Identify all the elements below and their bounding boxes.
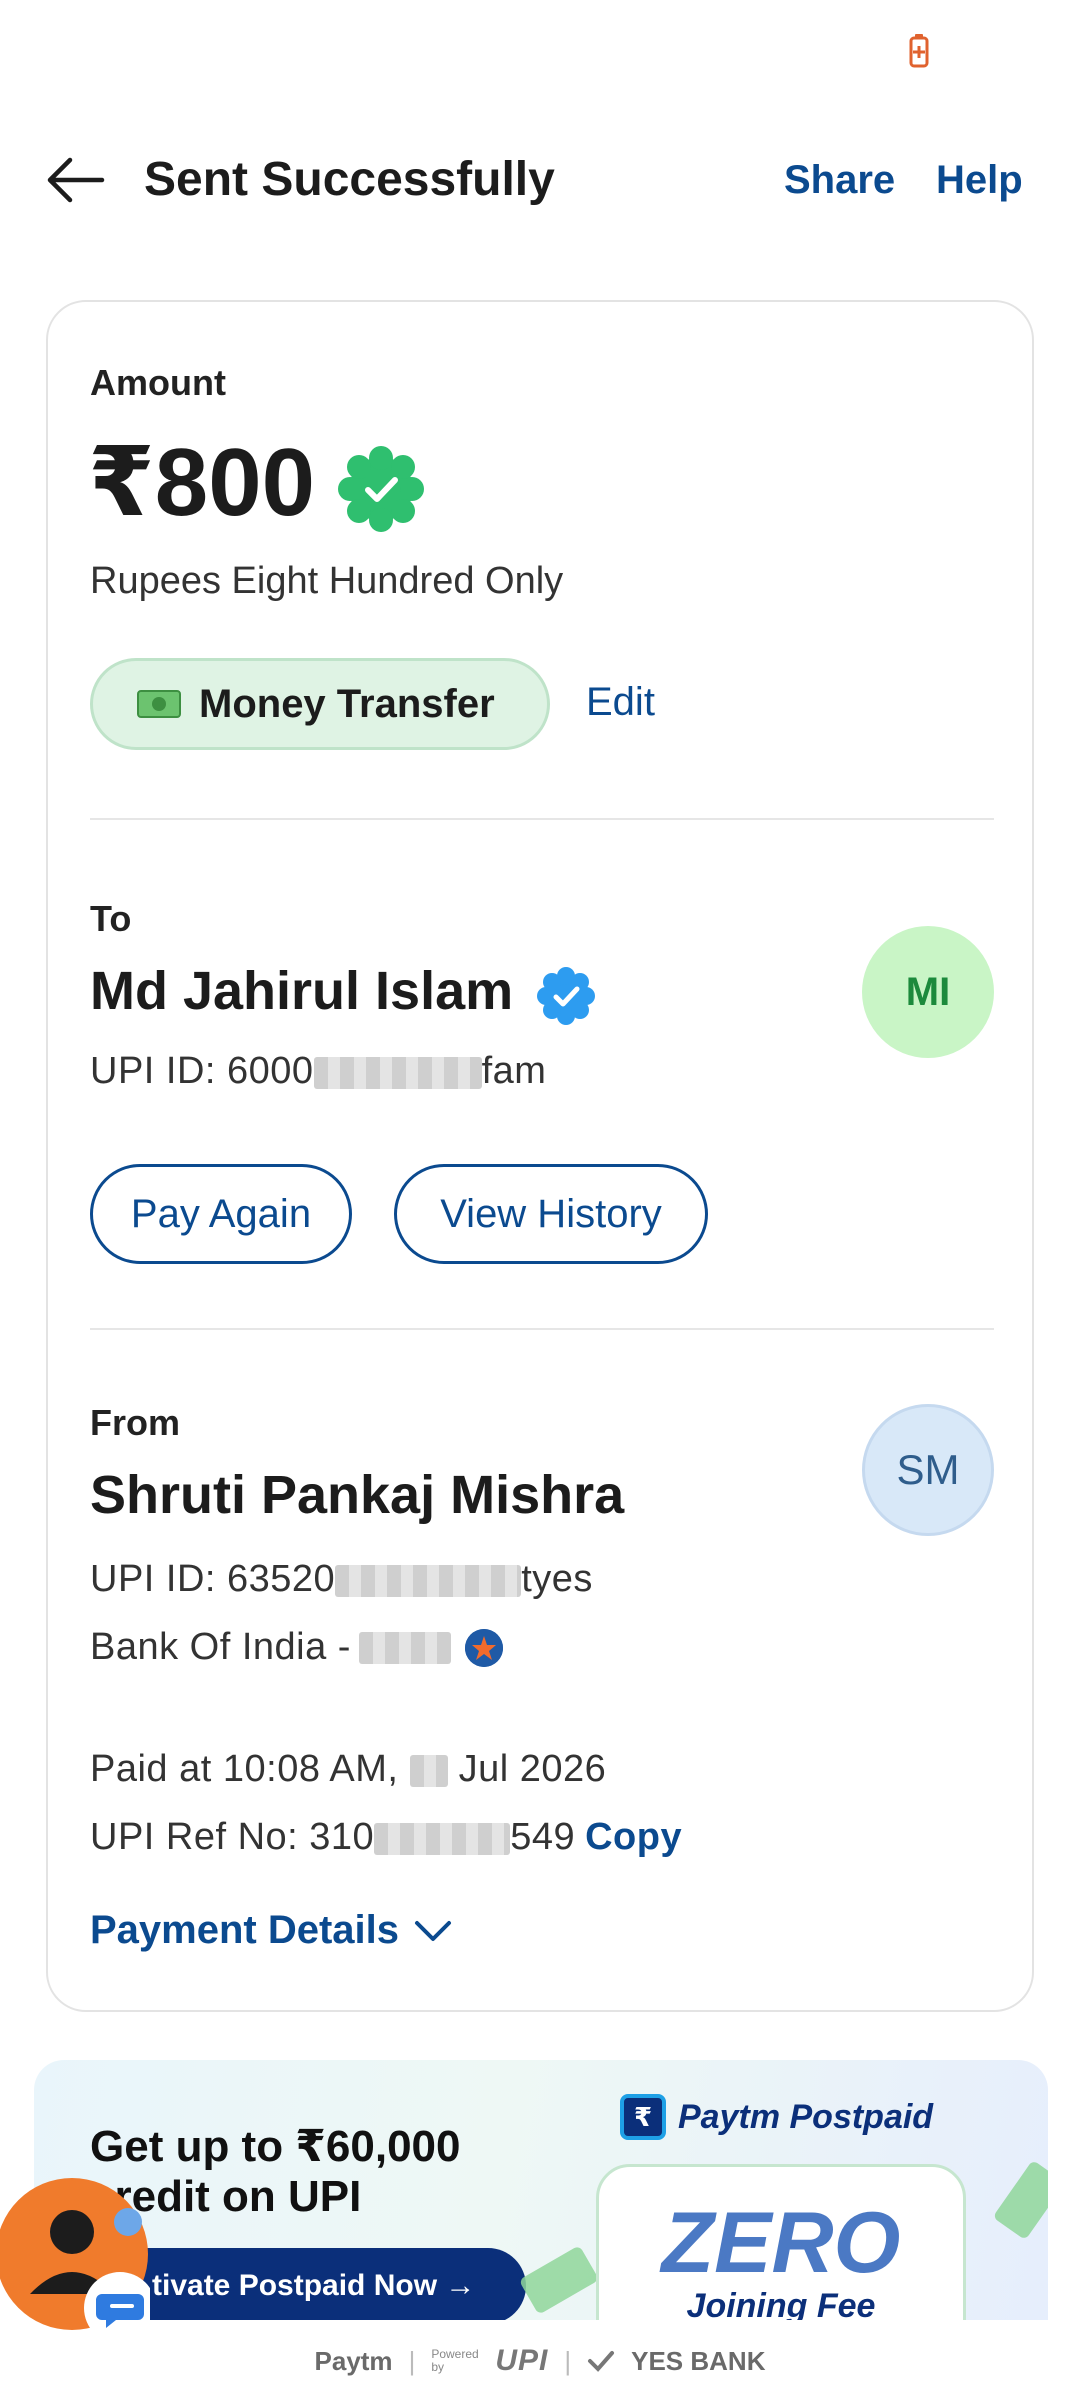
app-header: Sent Successfully Share Help [0,120,1080,240]
payer-upi-prefix: UPI ID: 63520 [90,1558,336,1600]
amount-label: Amount [90,362,226,403]
redacted-text [374,1822,511,1855]
bank-logo-icon [464,1628,503,1667]
divider [90,818,994,820]
ref-prefix: UPI Ref No: 310 [90,1816,375,1858]
help-link[interactable]: Help [936,154,1023,206]
receipt-card: Amount ₹800 Rupees Eight Hundred Only Mo… [46,300,1034,2012]
pay-again-button[interactable]: Pay Again [90,1164,352,1264]
money-icon [137,690,181,718]
view-history-button[interactable]: View History [394,1164,708,1264]
category-chip[interactable]: Money Transfer [90,658,550,750]
chevron-down-icon [415,1920,452,1941]
separator: | [408,2345,416,2376]
page-title: Sent Successfully [144,153,555,206]
redacted-text [335,1564,522,1597]
payer-avatar: SM [862,1404,994,1536]
payment-details-toggle[interactable]: Payment Details [90,1908,453,1953]
postpaid-promo-banner[interactable]: Get up to ₹60,000 credit on UPI tivate P… [34,2060,1048,2320]
payer-upi-id: UPI ID: 63520 tyes [90,1558,593,1601]
from-label: From [90,1402,180,1443]
payer-upi-suffix: tyes [521,1558,593,1600]
payee-upi-id: UPI ID: 6000 fam [90,1050,546,1093]
payee-upi-prefix: UPI ID: 6000 [90,1050,314,1092]
separator: | [564,2345,572,2376]
amount-in-words: Rupees Eight Hundred Only [90,560,564,602]
postpaid-brand: ₹ Paytm Postpaid [620,2094,933,2140]
payment-timestamp: Paid at 10:08 AM, Jul 2026 [90,1748,606,1791]
amount-value: ₹800 [88,429,315,536]
payment-details-label: Payment Details [90,1908,400,1952]
paytm-logo: Paytm [314,2345,393,2376]
verified-badge-icon [537,967,595,1025]
bank-name: Bank Of India - [90,1626,351,1668]
payer-bank: Bank Of India - [90,1626,503,1669]
postpaid-logo-icon: ₹ [620,2094,666,2140]
payee-upi-suffix: fam [481,1050,547,1092]
cash-decoration [518,2245,600,2315]
upi-logo: UPI [495,2344,549,2377]
to-label: To [90,898,132,939]
upi-ref-number: UPI Ref No: 310 549 Copy [90,1816,682,1859]
yes-bank-logo: YES BANK [631,2345,766,2376]
redacted-text [358,1631,451,1664]
promo-headline: Get up to ₹60,000 credit on UPI [90,2122,461,2221]
ref-suffix: 549 [510,1816,576,1858]
zero-text: ZERO [661,2195,901,2291]
powered-by-text: Powered by [431,2347,479,2374]
joining-fee-text: Joining Fee [686,2287,876,2320]
success-check-icon [338,446,424,532]
share-link[interactable]: Share [784,154,895,206]
paid-at-suffix: Jul 2026 [447,1748,607,1790]
cash-decoration [992,2159,1048,2241]
edit-category-link[interactable]: Edit [586,680,655,725]
postpaid-brand-name: Paytm Postpaid [678,2097,934,2136]
support-chat-icon[interactable] [0,2154,150,2344]
divider [90,1328,994,1330]
activate-postpaid-button[interactable]: tivate Postpaid Now → [94,2248,526,2320]
payee-name: Md Jahirul Islam [90,961,514,1021]
redacted-text [313,1056,482,1089]
zero-fee-card: ZERO Joining Fee [596,2164,966,2320]
category-label: Money Transfer [199,681,495,726]
check-icon [588,2351,615,2372]
redacted-text [409,1754,448,1787]
payer-name: Shruti Pankaj Mishra [90,1465,625,1525]
paid-at-prefix: Paid at 10:08 AM, [90,1748,410,1790]
footer-partners: Paytm | Powered by UPI | YES BANK [0,2322,1080,2400]
battery-saver-icon [909,34,929,68]
payee-avatar: MI [862,926,994,1058]
status-bar [0,0,1080,100]
back-arrow-icon[interactable] [44,150,108,210]
copy-ref-button[interactable]: Copy [585,1816,682,1858]
